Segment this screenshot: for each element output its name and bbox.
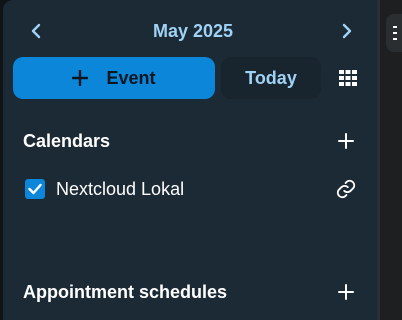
sidebar: May 2025 Event Today Calendars Nextcloud… (3, 0, 377, 320)
link-icon (336, 179, 356, 199)
next-month-button[interactable] (335, 19, 359, 43)
calendars-heading: Calendars (23, 131, 111, 151)
chevron-left-icon (31, 23, 41, 39)
calendar-visibility-checkbox[interactable] (25, 179, 45, 199)
menu-toggle-button[interactable] (386, 14, 402, 52)
today-button[interactable]: Today (221, 57, 321, 99)
new-event-label: Event (106, 67, 156, 88)
today-label: Today (245, 67, 297, 88)
plus-icon (72, 70, 89, 86)
add-calendar-button[interactable] (334, 129, 358, 153)
appointment-schedules-heading: Appointment schedules (23, 282, 228, 302)
calendar-name[interactable]: Nextcloud Lokal (56, 177, 184, 201)
calendar-list-item: Nextcloud Lokal (13, 174, 369, 204)
month-label[interactable]: May 2025 (103, 19, 283, 43)
checkmark-icon (28, 183, 42, 195)
calendar-app: May 2025 Event Today Calendars Nextcloud… (0, 0, 402, 320)
grid-icon (339, 70, 357, 86)
menu-icon (393, 26, 397, 40)
plus-icon (338, 133, 354, 149)
chevron-right-icon (342, 23, 352, 39)
share-link-button[interactable] (334, 177, 358, 201)
add-appointment-schedule-button[interactable] (334, 280, 358, 304)
plus-icon (338, 284, 354, 300)
new-event-button[interactable]: Event (13, 57, 215, 99)
view-switcher-button[interactable] (327, 57, 369, 99)
previous-month-button[interactable] (24, 19, 48, 43)
